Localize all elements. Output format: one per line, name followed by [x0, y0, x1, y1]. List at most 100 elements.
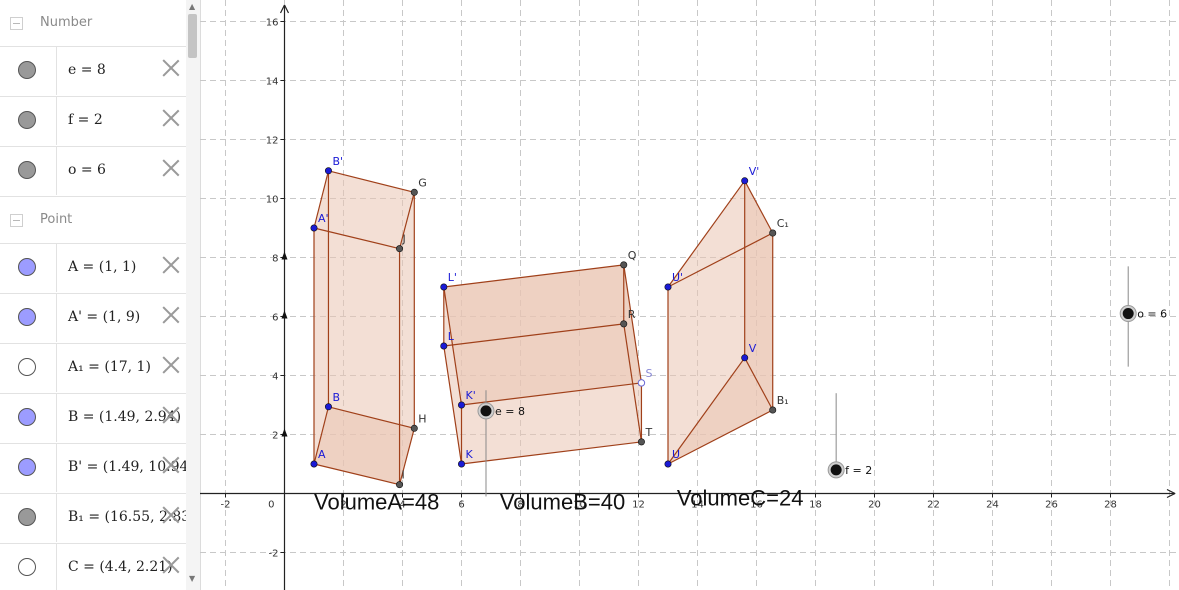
point-marker[interactable]: [396, 245, 404, 253]
point-marker[interactable]: [664, 283, 672, 291]
point-label: B': [332, 155, 343, 168]
point-marker[interactable]: [310, 460, 318, 468]
visibility-toggle-icon[interactable]: [18, 258, 36, 276]
point-marker[interactable]: [457, 401, 465, 409]
algebra-item-text[interactable]: f = 2: [68, 112, 103, 128]
section-header[interactable]: Number: [0, 0, 186, 47]
algebra-view: Number e = 8 f = 2 o = 6 Point A = (1, 1) A' =…: [0, 0, 201, 590]
point-marker[interactable]: [396, 481, 404, 489]
algebra-item-text[interactable]: e = 8: [68, 62, 106, 78]
algebra-item[interactable]: A' = (1, 9): [0, 294, 186, 344]
visibility-toggle-icon[interactable]: [18, 408, 36, 426]
delete-icon[interactable]: [162, 256, 180, 274]
slider-label: e = 8: [495, 405, 525, 418]
delete-icon[interactable]: [162, 456, 180, 474]
algebra-item[interactable]: f = 2: [0, 97, 186, 147]
algebra-item[interactable]: A = (1, 1): [0, 244, 186, 294]
delete-icon[interactable]: [162, 406, 180, 424]
translate-vector-arrow-icon: [281, 251, 288, 260]
x-tick-label: 12: [632, 500, 645, 511]
point-label: Q: [628, 249, 637, 262]
delete-icon[interactable]: [162, 306, 180, 324]
point-label: A': [318, 212, 329, 225]
x-tick-label: 24: [986, 500, 999, 511]
point-marker[interactable]: [769, 229, 777, 237]
point-label: V': [749, 165, 760, 178]
point-marker[interactable]: [637, 438, 645, 446]
y-tick-label: 12: [266, 136, 279, 147]
point-marker[interactable]: [637, 379, 646, 387]
algebra-item[interactable]: C = (4.4, 2.21): [0, 544, 186, 590]
delete-icon[interactable]: [162, 159, 180, 177]
point-marker[interactable]: [769, 406, 777, 414]
visibility-toggle-icon[interactable]: [18, 161, 36, 179]
algebra-item-text[interactable]: o = 6: [68, 162, 106, 178]
x-tick-label: 28: [1104, 500, 1117, 511]
scroll-down-icon[interactable]: ▼: [189, 575, 195, 583]
scroll-up-icon[interactable]: ▲: [189, 3, 195, 11]
visibility-cell: [0, 97, 57, 145]
point-marker[interactable]: [324, 403, 332, 411]
delete-icon[interactable]: [162, 556, 180, 574]
delete-icon[interactable]: [162, 109, 180, 127]
visibility-cell: [0, 47, 57, 95]
algebra-item[interactable]: A₁ = (17, 1): [0, 344, 186, 394]
algebra-item[interactable]: B₁ = (16.55, 2.83): [0, 494, 196, 544]
point-label: T: [644, 426, 652, 439]
scroll-thumb[interactable]: [188, 14, 197, 58]
point-marker[interactable]: [324, 167, 332, 175]
algebra-item-text[interactable]: A' = (1, 9): [68, 309, 140, 325]
x-tick-label: 0: [268, 500, 274, 511]
algebra-item[interactable]: o = 6: [0, 147, 186, 197]
graphics-view[interactable]: -2 0 2 4 6 8 10 12 14 16 18 20 22 24 26 28 16 14 12 10 8 6 4 2-…: [200, 0, 1179, 590]
x-tick-label: 20: [868, 500, 881, 511]
visibility-toggle-icon[interactable]: [18, 358, 36, 376]
visibility-toggle-icon[interactable]: [18, 458, 36, 476]
point-marker[interactable]: [620, 320, 628, 328]
x-tick-label: 18: [809, 500, 822, 511]
graphics-canvas[interactable]: -2 0 2 4 6 8 10 12 14 16 18 20 22 24 26 28161412108642-…: [200, 0, 1179, 590]
point-marker[interactable]: [620, 261, 628, 269]
point-marker[interactable]: [410, 188, 418, 196]
y-tick-label: 14: [266, 77, 279, 88]
x-tick-label: 6: [458, 500, 464, 511]
point-label: R: [628, 308, 636, 321]
section-header[interactable]: Point: [0, 197, 186, 244]
algebra-item-text[interactable]: C = (4.4, 2.21): [68, 559, 173, 575]
slider-handle[interactable]: [830, 464, 842, 476]
slider-label: o = 6: [1137, 308, 1167, 321]
algebra-item-text[interactable]: A₁ = (17, 1): [68, 359, 151, 375]
point-marker[interactable]: [410, 424, 418, 432]
point-marker[interactable]: [664, 460, 672, 468]
point-marker[interactable]: [457, 460, 465, 468]
visibility-toggle-icon[interactable]: [18, 508, 36, 526]
volume-label: VolumeA=48: [314, 490, 439, 515]
algebra-item-text[interactable]: A = (1, 1): [68, 259, 136, 275]
algebra-scrollbar[interactable]: ▲ ▼: [186, 0, 200, 590]
collapse-icon[interactable]: [10, 17, 23, 30]
collapse-icon[interactable]: [10, 214, 23, 227]
point-marker[interactable]: [741, 177, 749, 185]
point-marker[interactable]: [741, 354, 749, 362]
slider-handle[interactable]: [480, 405, 492, 417]
algebra-item[interactable]: B = (1.49, 2.94): [0, 394, 186, 444]
section-label: Number: [40, 15, 93, 30]
algebra-item[interactable]: B' = (1.49, 10.94): [0, 444, 194, 494]
delete-icon[interactable]: [162, 59, 180, 77]
prism-face[interactable]: [314, 228, 400, 485]
visibility-toggle-icon[interactable]: [18, 558, 36, 576]
point-marker[interactable]: [440, 342, 448, 350]
visibility-toggle-icon[interactable]: [18, 308, 36, 326]
slider-handle[interactable]: [1122, 308, 1134, 320]
visibility-cell: [0, 394, 57, 442]
x-tick-label: -2: [221, 500, 231, 511]
delete-icon[interactable]: [162, 356, 180, 374]
delete-icon[interactable]: [162, 506, 180, 524]
algebra-item[interactable]: e = 8: [0, 47, 186, 97]
y-tick-label: 6: [272, 313, 278, 324]
visibility-toggle-icon[interactable]: [18, 61, 36, 79]
point-marker[interactable]: [440, 283, 448, 291]
point-label: L': [448, 271, 457, 284]
point-marker[interactable]: [310, 224, 318, 232]
visibility-toggle-icon[interactable]: [18, 111, 36, 129]
